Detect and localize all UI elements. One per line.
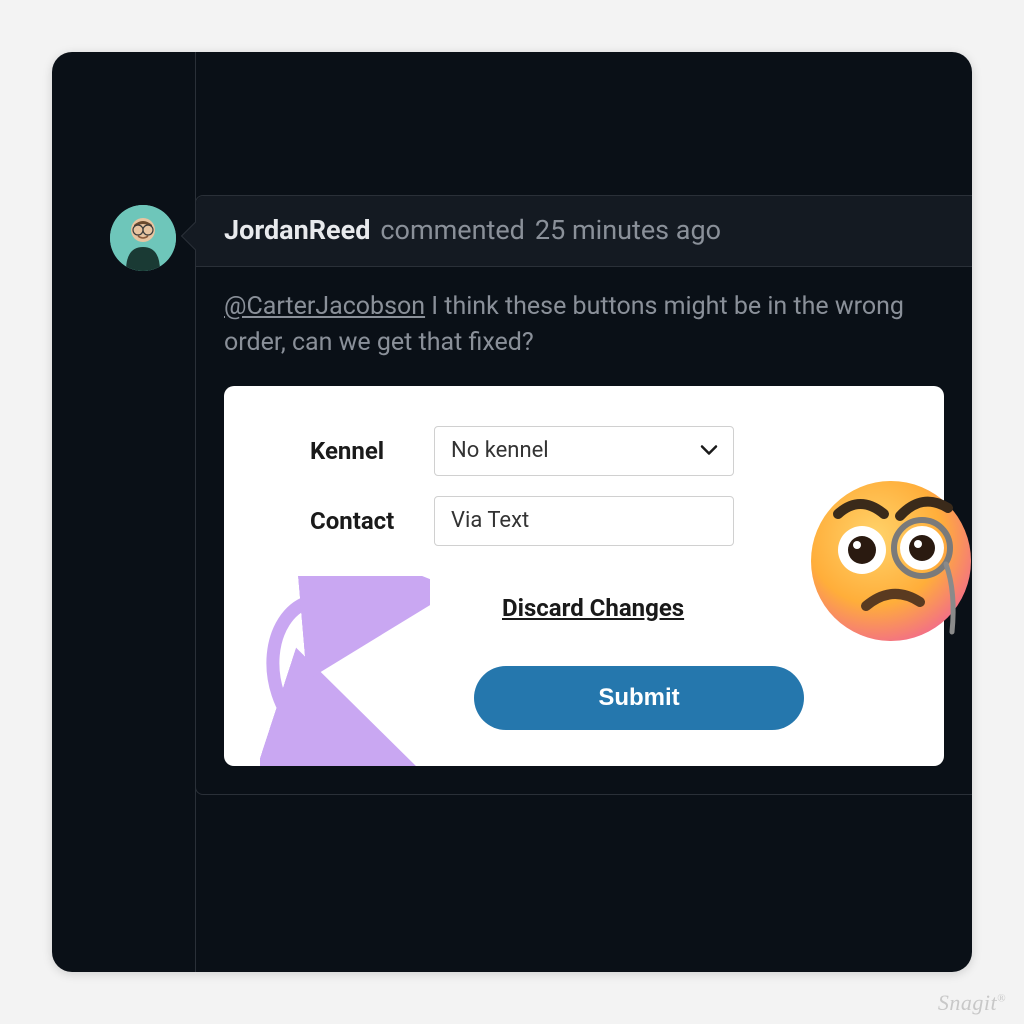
contact-label: Contact [264, 507, 394, 535]
kennel-select-value: No kennel [434, 426, 734, 476]
avatar[interactable] [110, 205, 176, 271]
comment-body: @CarterJacobson I think these buttons mi… [196, 267, 972, 794]
discard-changes-link[interactable]: Discard Changes [502, 594, 684, 622]
form-row-kennel: Kennel No kennel [264, 426, 904, 476]
comment-text: @CarterJacobson I think these buttons mi… [224, 289, 944, 362]
embedded-form-screenshot: Kennel No kennel Contact Via Text Discar… [224, 386, 944, 766]
comment-box: JordanReed commented 25 minutes ago @Car… [195, 195, 972, 795]
kennel-label: Kennel [264, 437, 394, 465]
screenshot-card: JordanReed commented 25 minutes ago @Car… [52, 52, 972, 972]
contact-input[interactable]: Via Text [434, 496, 734, 546]
avatar-image [110, 205, 176, 271]
comment-timestamp: 25 minutes ago [535, 214, 721, 246]
kennel-select[interactable]: No kennel [434, 426, 734, 476]
commenter-name[interactable]: JordanReed [224, 214, 370, 246]
form-actions: Discard Changes Submit [474, 594, 904, 730]
form-row-contact: Contact Via Text [264, 496, 904, 546]
comment-header: JordanReed commented 25 minutes ago [196, 196, 972, 267]
chevron-down-icon [700, 441, 718, 460]
comment-action: commented [380, 214, 525, 246]
submit-button[interactable]: Submit [474, 666, 804, 730]
user-mention[interactable]: @CarterJacobson [224, 292, 425, 321]
swap-arrow-annotation [260, 576, 430, 766]
snagit-watermark: Snagit® [938, 990, 1006, 1016]
